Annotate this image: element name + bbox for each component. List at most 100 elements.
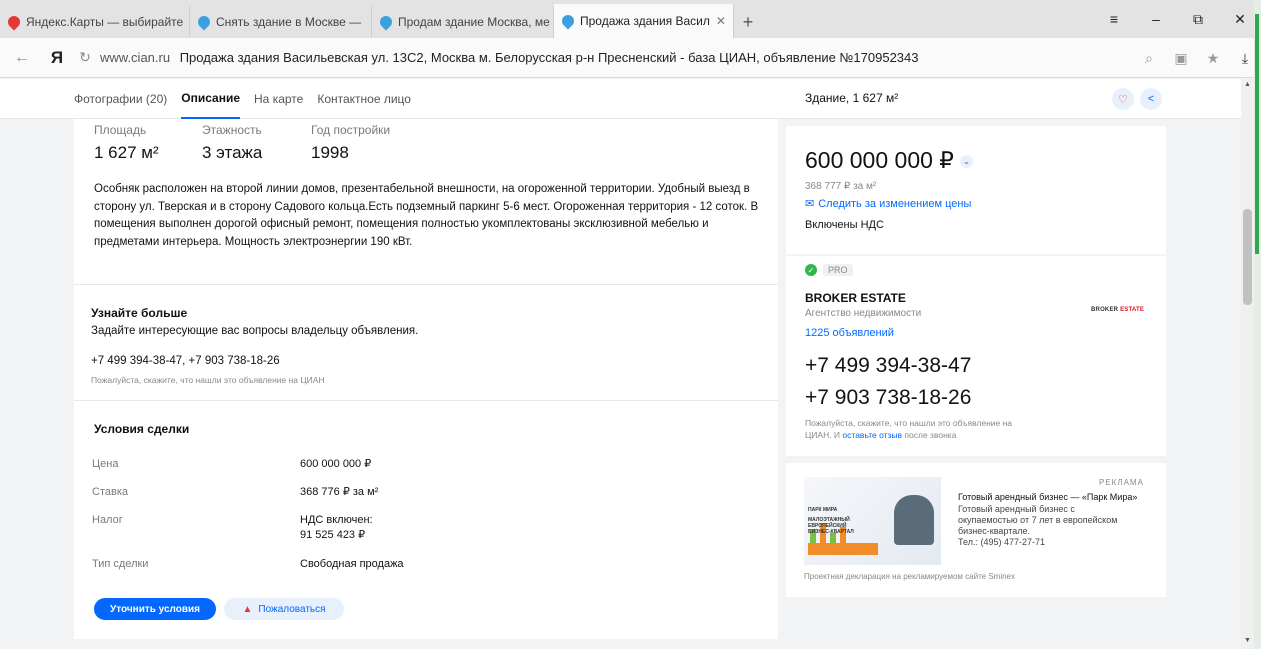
browser-tab-sell-building[interactable]: Продам здание Москва, ме: [372, 6, 554, 38]
ad-title: Готовый арендный бизнес — «Парк Мира»: [958, 492, 1138, 502]
ad-footer: Проектная декларация на рекламируемом са…: [804, 572, 1015, 581]
verified-check-icon: ✓: [805, 264, 817, 276]
browser-tab-rent-building[interactable]: Снять здание в Москве —: [190, 6, 372, 38]
logo-text-b: ESTATE: [1120, 307, 1145, 313]
ad-text-line: Готовый арендный бизнес с: [958, 504, 1075, 514]
ad-card[interactable]: РЕКЛАМА ПАРК МИРА МАЛОЭТАЖНЫЙ ЕВРОПЕЙСКИ…: [786, 463, 1166, 597]
deal-tax-value: НДС включен:: [300, 514, 373, 526]
stat-area-label: Площадь: [94, 123, 147, 137]
tab-label: Яндекс.Карты — выбирайте: [26, 15, 184, 29]
browser-tab-strip: Яндекс.Карты — выбирайте Снять здание в …: [0, 0, 1261, 38]
tab-label: Продам здание Москва, ме: [398, 15, 550, 29]
hint-text: после звонка: [904, 430, 957, 440]
complain-button[interactable]: ▲ Пожаловаться: [224, 598, 344, 620]
map-pin-icon: [5, 13, 23, 31]
ad-text-line: бизнес-квартале.: [958, 526, 1030, 536]
share-icon[interactable]: <: [1140, 88, 1162, 110]
price-value: 600 000 000 ₽ ⌄: [805, 147, 973, 174]
ad-text: Готовый арендный бизнес с окупаемостью о…: [958, 504, 1158, 548]
stat-year-value: 1998: [311, 143, 349, 162]
scroll-down-icon[interactable]: ▼: [1243, 637, 1252, 644]
favorite-heart-icon[interactable]: ♡: [1112, 88, 1134, 110]
deal-rate-value: 368 776 ₽ за м²: [300, 486, 379, 498]
envelope-icon: ✉: [805, 198, 815, 210]
leave-review-link[interactable]: оставьте отзыв: [842, 430, 902, 440]
logo-text-a: BROKER: [1091, 307, 1119, 313]
tab-label: Снять здание в Москве —: [216, 15, 362, 29]
complain-label: Пожаловаться: [258, 603, 326, 615]
agent-hint-line1: Пожалуйста, скажите, что нашли это объяв…: [805, 418, 1013, 428]
learn-more-hint: Пожалуйста, скажите, что нашли это объяв…: [91, 375, 325, 385]
pro-badge: ✓ PRO: [805, 264, 853, 276]
deal-tax-amount: 91 525 423 ₽: [300, 529, 366, 541]
stat-area-value: 1 627 м²: [94, 143, 159, 162]
cian-icon: [195, 13, 213, 31]
listing-summary: Здание, 1 627 м²: [805, 91, 899, 105]
ad-label: РЕКЛАМА: [1099, 478, 1144, 487]
learn-more-phones[interactable]: +7 499 394-38-47, +7 903 738-18-26: [91, 355, 280, 367]
warning-icon: ▲: [242, 603, 253, 615]
star-icon[interactable]: ★: [1197, 50, 1229, 67]
listing-tabs: Фотографии (20) Описание На карте Контак…: [74, 79, 425, 119]
address-actions: ⌕ ▣ ★ ⤓: [1133, 38, 1261, 78]
deal-rate-label: Ставка: [92, 486, 128, 498]
agent-phone-2[interactable]: +7 903 738-18-26: [805, 386, 971, 410]
page-scrollbar[interactable]: ▲ ▼: [1241, 79, 1254, 649]
url-domain: www.cian.ru: [100, 50, 171, 65]
subscribe-price-link[interactable]: ✉ Следить за изменением цены: [805, 197, 971, 210]
ad-image-logo: ПАРК МИРА: [808, 507, 838, 513]
browser-tab-active[interactable]: Продажа здания Васил ✕: [554, 4, 734, 38]
window-edge-accent: [1255, 14, 1259, 254]
ad-text-line: окупаемостью от 7 лет в европейском: [958, 515, 1118, 525]
agent-name[interactable]: BROKER ESTATE: [805, 291, 906, 305]
vat-included: Включены НДС: [805, 219, 884, 231]
ad-person-figure: [894, 495, 934, 545]
cian-icon: [559, 12, 577, 30]
ad-image-ribbon: [808, 543, 878, 555]
agent-type: Агентство недвижимости: [805, 308, 922, 319]
page-title: Продажа здания Васильевская ул. 13С2, Мо…: [179, 50, 919, 65]
cian-icon: [377, 13, 395, 31]
subscribe-label: Следить за изменением цены: [818, 198, 972, 210]
stat-floors-label: Этажность: [202, 123, 262, 137]
restore-icon[interactable]: ⧉: [1177, 0, 1219, 38]
learn-more-title: Узнайте больше: [91, 306, 188, 320]
scroll-thumb[interactable]: [1243, 209, 1252, 305]
divider: [74, 284, 778, 285]
tab-label: Продажа здания Васил: [580, 14, 710, 28]
back-arrow-icon[interactable]: ←: [0, 49, 44, 67]
reload-icon[interactable]: ↻: [70, 49, 100, 66]
listing-description: Особняк расположен на второй линии домов…: [94, 183, 759, 248]
ad-phone: Тел.: (495) 477-27-71: [958, 537, 1045, 547]
new-tab-button[interactable]: +: [734, 6, 762, 38]
scroll-up-icon[interactable]: ▲: [1243, 81, 1252, 88]
reader-mode-icon[interactable]: ▣: [1165, 50, 1197, 67]
deal-price-value: 600 000 000 ₽: [300, 458, 372, 470]
learn-more-subtitle: Задайте интересующие вас вопросы владель…: [91, 325, 419, 337]
menu-icon[interactable]: ≡: [1093, 0, 1135, 38]
tab-map[interactable]: На карте: [254, 79, 303, 119]
browser-tab-yandex-maps[interactable]: Яндекс.Карты — выбирайте: [0, 6, 190, 38]
close-tab-icon[interactable]: ✕: [716, 14, 726, 28]
stat-floors-value: 3 этажа: [202, 143, 263, 162]
minimize-icon[interactable]: –: [1135, 0, 1177, 38]
yandex-logo[interactable]: Я: [44, 48, 70, 68]
url-field[interactable]: www.cian.ru Продажа здания Васильевская …: [100, 50, 919, 65]
agent-listings-link[interactable]: 1225 объявлений: [805, 327, 894, 339]
tab-description[interactable]: Описание: [181, 79, 241, 119]
price-amount: 600 000 000 ₽: [805, 147, 954, 173]
window-controls: ≡ – ⧉ ✕: [1093, 0, 1261, 38]
deal-terms-title: Условия сделки: [94, 422, 190, 436]
clarify-terms-button[interactable]: Уточнить условия: [94, 598, 216, 620]
tab-photos[interactable]: Фотографии (20): [74, 79, 167, 119]
chevron-down-icon[interactable]: ⌄: [959, 155, 973, 169]
deal-type-label: Тип сделки: [92, 558, 149, 570]
tab-contact[interactable]: Контактное лицо: [317, 79, 411, 119]
ad-image[interactable]: ПАРК МИРА МАЛОЭТАЖНЫЙ ЕВРОПЕЙСКИЙ БИЗНЕС…: [804, 477, 941, 565]
price-per-meter: 368 777 ₽ за м²: [805, 181, 877, 192]
stat-year-label: Год постройки: [311, 123, 391, 137]
price-card: 600 000 000 ₽ ⌄ 368 777 ₽ за м² ✉ Следить …: [786, 126, 1166, 254]
listing-nav: Фотографии (20) Описание На карте Контак…: [0, 79, 1241, 119]
agent-phone-1[interactable]: +7 499 394-38-47: [805, 354, 971, 378]
search-icon[interactable]: ⌕: [1133, 50, 1165, 67]
